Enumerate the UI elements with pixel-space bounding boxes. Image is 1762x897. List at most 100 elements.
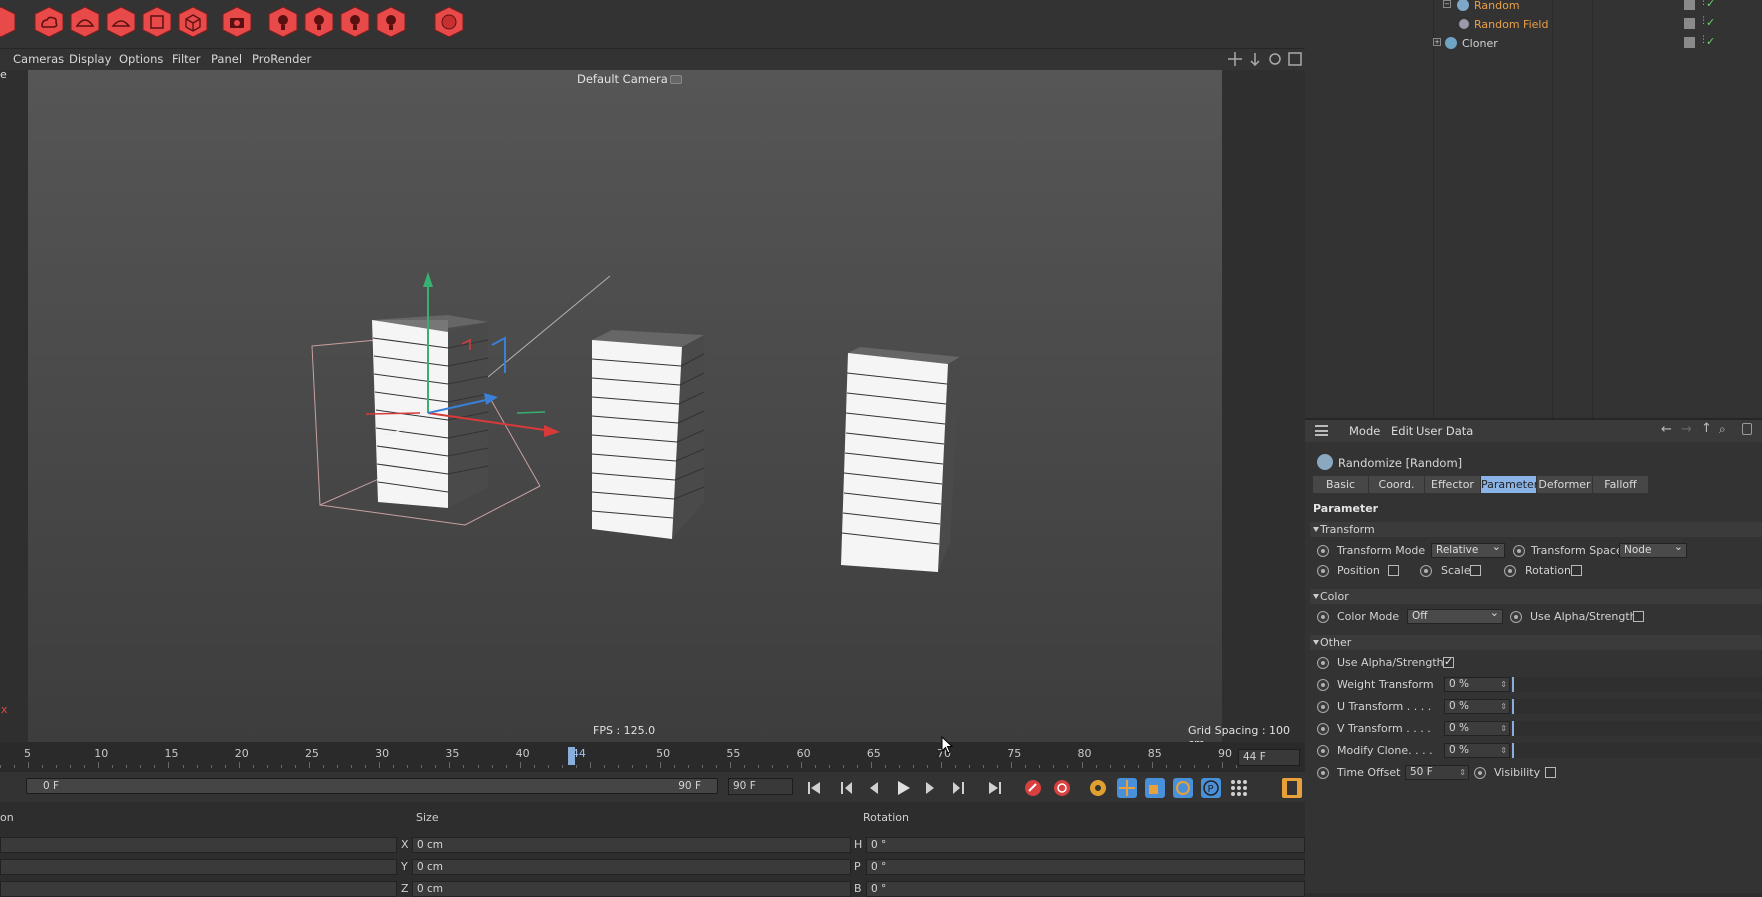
color-mode-select[interactable]: Off (1407, 606, 1503, 624)
position-x-field[interactable] (0, 837, 397, 853)
color-alpha-checkbox[interactable] (1633, 611, 1644, 622)
weight-transform-anim-icon[interactable] (1317, 679, 1329, 691)
modify-clone-field[interactable]: 0 % (1444, 743, 1510, 758)
tab-falloff[interactable]: Falloff (1593, 476, 1649, 493)
tab-basic[interactable]: Basic (1313, 476, 1369, 493)
infinite-light-icon[interactable] (376, 6, 406, 38)
transform-mode-anim-icon[interactable] (1317, 545, 1329, 557)
light-icon[interactable] (268, 6, 298, 38)
rotation-key-icon[interactable] (1173, 778, 1193, 798)
edit-tag-icon[interactable] (1684, 0, 1695, 10)
object-row-random[interactable]: − Random ⋮ ✓ (1433, 0, 1762, 15)
up-arrow-icon[interactable]: ↑ (1701, 421, 1712, 436)
rotate-view-icon[interactable] (1268, 52, 1282, 66)
transform-space-select[interactable]: Node (1619, 540, 1687, 558)
v-transform-slider[interactable] (1512, 721, 1762, 736)
rotation-b-field[interactable]: 0 ° (866, 881, 1305, 897)
timeline-window-icon[interactable] (1282, 778, 1302, 798)
u-transform-anim-icon[interactable] (1317, 701, 1329, 713)
weight-transform-field[interactable]: 0 % (1444, 677, 1510, 692)
other-alpha-anim-icon[interactable] (1317, 657, 1329, 669)
viewport[interactable]: e x Default Camera FPS : 125.0 Grid Spac… (0, 70, 1305, 742)
group-other[interactable]: Other (1310, 635, 1762, 650)
back-arrow-icon[interactable]: ← (1661, 422, 1672, 437)
rotation-anim-icon[interactable] (1504, 565, 1516, 577)
object-row-random-field[interactable]: Random Field ⋮ ✓ (1433, 15, 1762, 34)
position-y-field[interactable] (0, 859, 397, 875)
move-view-icon[interactable] (1228, 52, 1242, 66)
attr-menu-mode[interactable]: Mode (1349, 424, 1380, 438)
foreground-icon[interactable] (106, 6, 136, 38)
expand-icon[interactable]: − (1443, 0, 1451, 8)
lock-icon[interactable] (1742, 423, 1752, 435)
hamburger-icon[interactable] (1315, 425, 1328, 436)
attr-menu-user-data[interactable]: User Data (1416, 424, 1473, 438)
menu-options[interactable]: Options (119, 52, 163, 66)
enabled-check-icon[interactable]: ✓ (1706, 16, 1715, 29)
scene-canvas[interactable] (0, 70, 1305, 742)
menu-filter[interactable]: Filter (172, 52, 200, 66)
weight-transform-slider[interactable] (1512, 677, 1762, 692)
previous-key-icon[interactable] (837, 778, 857, 798)
record-keys-icon[interactable] (1023, 778, 1043, 798)
attr-menu-edit[interactable]: Edit (1391, 424, 1413, 438)
modify-clone-slider[interactable] (1512, 743, 1762, 758)
transform-mode-select[interactable]: Relative (1431, 540, 1505, 558)
menu-display[interactable]: Display (69, 52, 111, 66)
u-transform-field[interactable]: 0 % (1444, 699, 1510, 714)
visibility-anim-icon[interactable] (1474, 767, 1486, 779)
end-frame-field[interactable]: 90 F (728, 778, 793, 795)
sky-icon[interactable] (34, 6, 64, 38)
rotation-checkbox[interactable] (1571, 565, 1582, 576)
stage-icon[interactable] (178, 6, 208, 38)
record-icon[interactable] (434, 6, 464, 38)
color-alpha-anim-icon[interactable] (1510, 611, 1522, 623)
previous-frame-icon[interactable] (864, 778, 884, 798)
go-to-end-icon[interactable] (985, 778, 1005, 798)
menu-cameras[interactable]: Cameras (13, 52, 64, 66)
next-key-icon[interactable] (948, 778, 968, 798)
autokey-icon[interactable] (1052, 778, 1072, 798)
size-z-field[interactable]: 0 cm (412, 881, 851, 897)
edit-tag-icon[interactable] (1684, 18, 1695, 29)
size-y-field[interactable]: 0 cm (412, 859, 851, 875)
preview-range-slider[interactable]: 0 F 90 F (26, 778, 718, 794)
position-key-icon[interactable] (1117, 778, 1137, 798)
u-transform-slider[interactable] (1512, 699, 1762, 714)
size-x-field[interactable]: 0 cm (412, 837, 851, 853)
keyframe-selection-icon[interactable] (1088, 778, 1108, 798)
menu-prorender[interactable]: ProRender (252, 52, 311, 66)
scale-anim-icon[interactable] (1420, 565, 1432, 577)
expand-icon[interactable]: + (1433, 38, 1441, 46)
tab-deformer[interactable]: Deformer (1537, 476, 1593, 493)
position-z-field[interactable] (0, 881, 397, 897)
tab-effector[interactable]: Effector (1425, 476, 1481, 493)
color-mode-anim-icon[interactable] (1317, 611, 1329, 623)
modify-clone-anim-icon[interactable] (1317, 745, 1329, 757)
rotation-p-field[interactable]: 0 ° (866, 859, 1305, 875)
rotation-h-field[interactable]: 0 ° (866, 837, 1305, 853)
next-frame-icon[interactable] (920, 778, 940, 798)
time-offset-anim-icon[interactable] (1317, 767, 1329, 779)
edit-tag-icon[interactable] (1684, 37, 1695, 48)
parameter-key-icon[interactable]: P (1201, 778, 1221, 798)
v-transform-anim-icon[interactable] (1317, 723, 1329, 735)
enabled-check-icon[interactable]: ✓ (1706, 35, 1715, 48)
tab-parameter[interactable]: Parameter (1481, 476, 1538, 493)
v-transform-field[interactable]: 0 % (1444, 721, 1510, 736)
go-to-start-icon[interactable] (804, 778, 824, 798)
primitive-icon[interactable] (0, 6, 16, 38)
other-alpha-checkbox[interactable] (1443, 655, 1454, 668)
tab-coord[interactable]: Coord. (1369, 476, 1425, 493)
enabled-check-icon[interactable]: ✓ (1706, 0, 1715, 10)
group-color[interactable]: Color (1310, 589, 1762, 604)
area-light-icon[interactable] (340, 6, 370, 38)
position-anim-icon[interactable] (1317, 565, 1329, 577)
background-icon[interactable] (142, 6, 172, 38)
transform-space-anim-icon[interactable] (1513, 545, 1525, 557)
playhead[interactable] (567, 747, 575, 765)
position-checkbox[interactable] (1388, 565, 1399, 576)
point-level-icon[interactable] (1229, 778, 1249, 798)
viewport-camera-label[interactable]: Default Camera (577, 72, 682, 86)
time-offset-field[interactable]: 50 F (1405, 765, 1469, 780)
